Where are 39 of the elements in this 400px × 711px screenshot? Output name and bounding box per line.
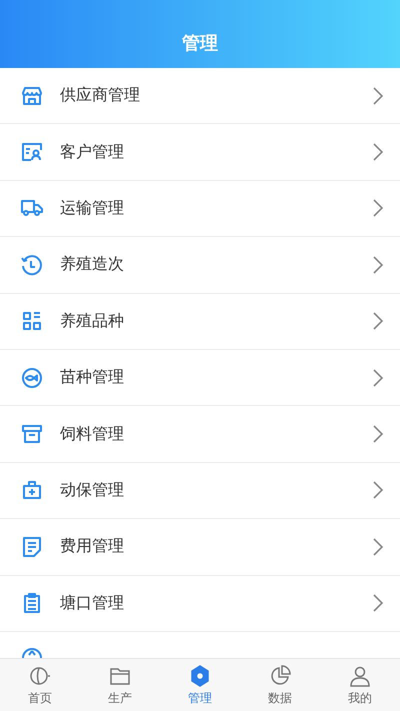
menu-label: 塘口管理 — [60, 592, 125, 614]
menu-label: 动保管理 — [60, 480, 125, 501]
chevron-right-icon — [372, 593, 384, 614]
tab-item[interactable]: 我的 — [320, 659, 400, 711]
menu-item[interactable]: 动保管理 — [0, 462, 400, 520]
menu-item[interactable]: 养殖品种 — [0, 294, 400, 350]
menu-item[interactable]: 供应商管理 — [0, 68, 400, 124]
chevron-right-icon — [372, 142, 384, 162]
note-icon — [20, 534, 44, 559]
menu-label: 客户管理 — [60, 142, 125, 163]
chevron-right-icon — [372, 424, 384, 444]
menu-label: 养殖品种 — [60, 310, 125, 332]
menu-label: 饲料管理 — [60, 424, 125, 445]
menu-item[interactable]: 费用管理 — [0, 519, 400, 576]
chevron-right-icon — [372, 311, 384, 332]
menu-item[interactable]: 运输管理 — [0, 180, 400, 238]
menu-item[interactable]: 苗种管理 — [0, 350, 400, 406]
menu-label: 苗种管理 — [60, 367, 125, 388]
menu-label: 供应商管理 — [60, 85, 141, 106]
menu-label: 费用管理 — [60, 536, 125, 558]
menu-label: 养殖造次 — [60, 254, 125, 276]
tab-item[interactable]: 管理 — [160, 659, 240, 711]
chevron-right-icon — [372, 198, 384, 218]
chevron-right-icon — [372, 536, 384, 557]
menu-label: 运输管理 — [60, 198, 125, 219]
history-icon — [20, 252, 44, 277]
menu-item[interactable]: 饲料管理 — [0, 406, 400, 463]
fish-icon — [20, 366, 44, 390]
chevron-right-icon — [372, 254, 384, 275]
tab-item[interactable]: 首页 — [0, 659, 80, 711]
menu-item[interactable]: 养殖造次 — [0, 237, 400, 294]
menu-item[interactable]: 塘口管理 — [0, 576, 400, 632]
tab-item[interactable]: 生产 — [80, 659, 160, 711]
page-title: 管理 — [182, 32, 218, 55]
tab-item[interactable]: 数据 — [240, 659, 320, 711]
menu-item[interactable]: 客户管理 — [0, 124, 400, 181]
chevron-right-icon — [372, 86, 384, 106]
chevron-right-icon — [372, 480, 384, 500]
chevron-right-icon — [372, 368, 384, 388]
